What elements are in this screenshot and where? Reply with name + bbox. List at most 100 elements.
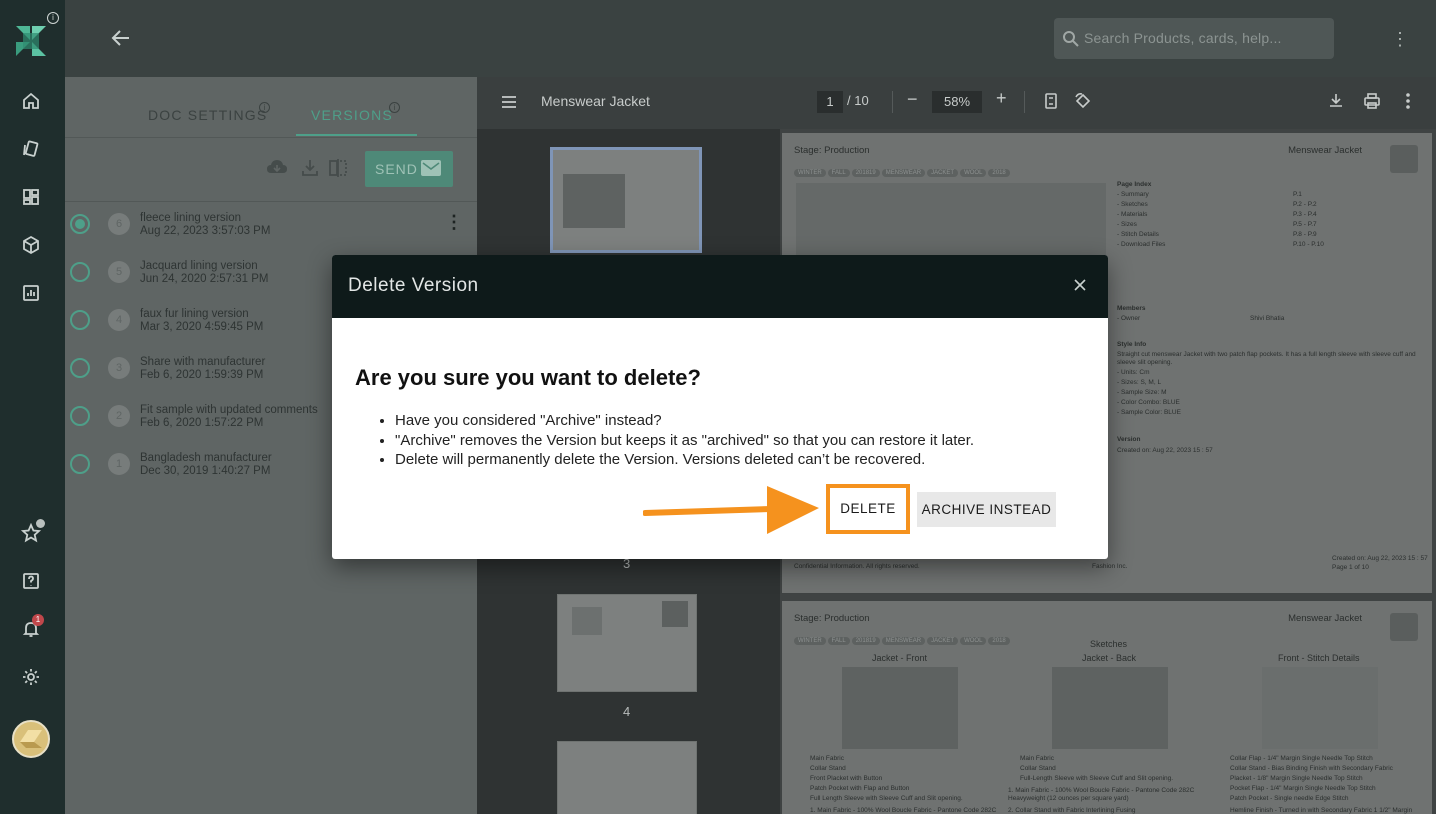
cloud-download-icon[interactable] (266, 157, 290, 179)
page-number-input[interactable]: 1 (817, 91, 843, 113)
send-button[interactable]: SEND (365, 151, 453, 187)
index-item: - Sizes (1117, 221, 1137, 228)
sketch-item: Main Fabric (1020, 755, 1054, 762)
style-description: Straight cut menswear Jacket with two pa… (1117, 351, 1416, 358)
tag: 2018 (988, 637, 1010, 645)
close-icon[interactable] (1072, 277, 1088, 293)
page-thumbnail[interactable] (550, 147, 702, 253)
version-date: Jun 24, 2020 2:57:31 PM (140, 273, 269, 285)
version-radio[interactable] (70, 310, 90, 330)
jacket-thumbnail (1390, 613, 1418, 641)
page-stage: Stage: Production (794, 145, 870, 156)
tag: MENSWEAR (881, 637, 926, 645)
index-page: P.1 (1293, 191, 1302, 198)
owner-value: Shivi Bhatia (1250, 315, 1285, 322)
dialog-question: Are you sure you want to delete? (355, 365, 701, 390)
index-page: P.2 - P.2 (1293, 201, 1317, 208)
version-name: faux fur lining version (140, 308, 249, 320)
version-radio[interactable] (70, 262, 90, 282)
page-index-title: Page Index (1117, 181, 1152, 188)
index-page: P.8 - P.9 (1293, 231, 1317, 238)
zoom-level[interactable]: 58% (932, 91, 982, 113)
home-icon[interactable] (20, 90, 42, 112)
print-icon[interactable] (1363, 92, 1383, 112)
tag: WINTER (794, 637, 826, 645)
rotate-icon[interactable] (1074, 92, 1094, 112)
zoom-out-icon[interactable]: − (907, 89, 918, 110)
column-header: Jacket - Back (1082, 653, 1137, 663)
version-created-on: Created on: Aug 22, 2023 15 : 57 (1117, 447, 1213, 454)
version-date: Aug 22, 2023 3:57:03 PM (140, 225, 271, 237)
page-tags: WINTER FALL 201819 MENSWEAR JACKET WOOL 2018 (794, 161, 1012, 179)
avatar[interactable] (12, 720, 50, 758)
document-title: Menswear Jacket (541, 93, 650, 109)
sketch-item: Front Placket with Button (810, 775, 883, 782)
thumbnail-image (572, 607, 602, 635)
sketch-item: Collar Flap - 1/4" Margin Single Needle … (1230, 755, 1373, 762)
dialog-title: Delete Version (348, 275, 479, 296)
version-number: 1 (108, 453, 130, 475)
info-icon[interactable]: i (47, 12, 59, 24)
back-arrow-icon[interactable] (109, 26, 133, 50)
sketch-item: Collar Stand (1020, 765, 1056, 772)
index-page: P.10 - P.10 (1293, 241, 1324, 248)
sketch-note: 1. Main Fabric - 100% Wool Boucle Fabric… (1008, 787, 1195, 794)
tag: WOOL (960, 169, 987, 177)
page-thumbnail[interactable] (557, 741, 697, 814)
footer-created-on: Created on: Aug 22, 2023 15 : 57 (1332, 555, 1428, 562)
jacket-thumbnail (1390, 145, 1418, 173)
thumbnail-label: 4 (623, 704, 631, 719)
tab-versions[interactable]: VERSIONS (311, 107, 393, 123)
more-options-icon[interactable]: ⋮ (1391, 28, 1409, 50)
document-page: Stage: Production Menswear Jacket WINTER… (782, 601, 1432, 814)
tag: JACKET (927, 169, 959, 177)
index-item: - Materials (1117, 211, 1148, 218)
version-radio[interactable] (70, 214, 90, 234)
page-stage: Stage: Production (794, 613, 870, 624)
app-logo[interactable] (14, 24, 48, 58)
pointer-arrow-icon (643, 486, 819, 534)
download-icon[interactable] (299, 157, 323, 179)
version-date: Feb 6, 2020 1:57:22 PM (140, 417, 264, 429)
style-item: - Color Combo: BLUE (1117, 399, 1180, 406)
sketch-note: Heavyweight (12 ounces per square yard) (1008, 795, 1129, 802)
sketch-item: Patch Pocket - Single needle Edge Stitch (1230, 795, 1349, 802)
settings-gear-icon[interactable] (20, 666, 42, 688)
tag: FALL (827, 169, 850, 177)
doc-settings-info-icon[interactable]: i (259, 102, 270, 113)
version-row[interactable]: 6 fleece lining version Aug 22, 2023 3:5… (65, 201, 477, 249)
version-radio[interactable] (70, 406, 90, 426)
members-title: Members (1117, 305, 1146, 312)
cards-icon[interactable] (20, 138, 42, 160)
compare-icon[interactable] (327, 157, 351, 179)
reports-icon[interactable] (20, 282, 42, 304)
help-icon[interactable] (20, 570, 42, 592)
versions-info-icon[interactable]: i (389, 102, 400, 113)
version-menu-icon[interactable]: ⋮ (445, 211, 463, 233)
menu-icon[interactable] (501, 95, 517, 109)
version-radio[interactable] (70, 454, 90, 474)
delete-button[interactable]: DELETE (826, 484, 910, 534)
tag: 2018 (988, 169, 1010, 177)
more-options-icon[interactable] (1399, 92, 1419, 112)
page-thumbnail[interactable] (557, 594, 697, 692)
products-icon[interactable] (20, 234, 42, 256)
version-radio[interactable] (70, 358, 90, 378)
style-item: - Sizes: S, M, L (1117, 379, 1162, 386)
version-date: Mar 3, 2020 4:59:45 PM (140, 321, 264, 333)
search-placeholder: Search Products, cards, help... (1084, 30, 1282, 46)
dashboard-icon[interactable] (20, 186, 42, 208)
zoom-in-icon[interactable]: + (996, 88, 1007, 109)
tag: 201819 (851, 637, 880, 645)
owner-label: - Owner (1117, 315, 1141, 322)
version-date: Feb 6, 2020 1:59:39 PM (140, 369, 264, 381)
version-name: Fit sample with updated comments (140, 404, 318, 416)
sketch-item: Full Length Sleeve with Sleeve Cuff and … (810, 795, 963, 802)
fit-page-icon[interactable] (1042, 92, 1062, 112)
divider (65, 137, 477, 138)
search-input[interactable]: Search Products, cards, help... (1054, 18, 1334, 59)
download-icon[interactable] (1327, 92, 1347, 112)
tab-doc-settings[interactable]: DOC SETTINGS (148, 107, 267, 123)
archive-instead-button[interactable]: ARCHIVE INSTEAD (917, 492, 1056, 527)
index-page: P.5 - P.7 (1293, 221, 1317, 228)
